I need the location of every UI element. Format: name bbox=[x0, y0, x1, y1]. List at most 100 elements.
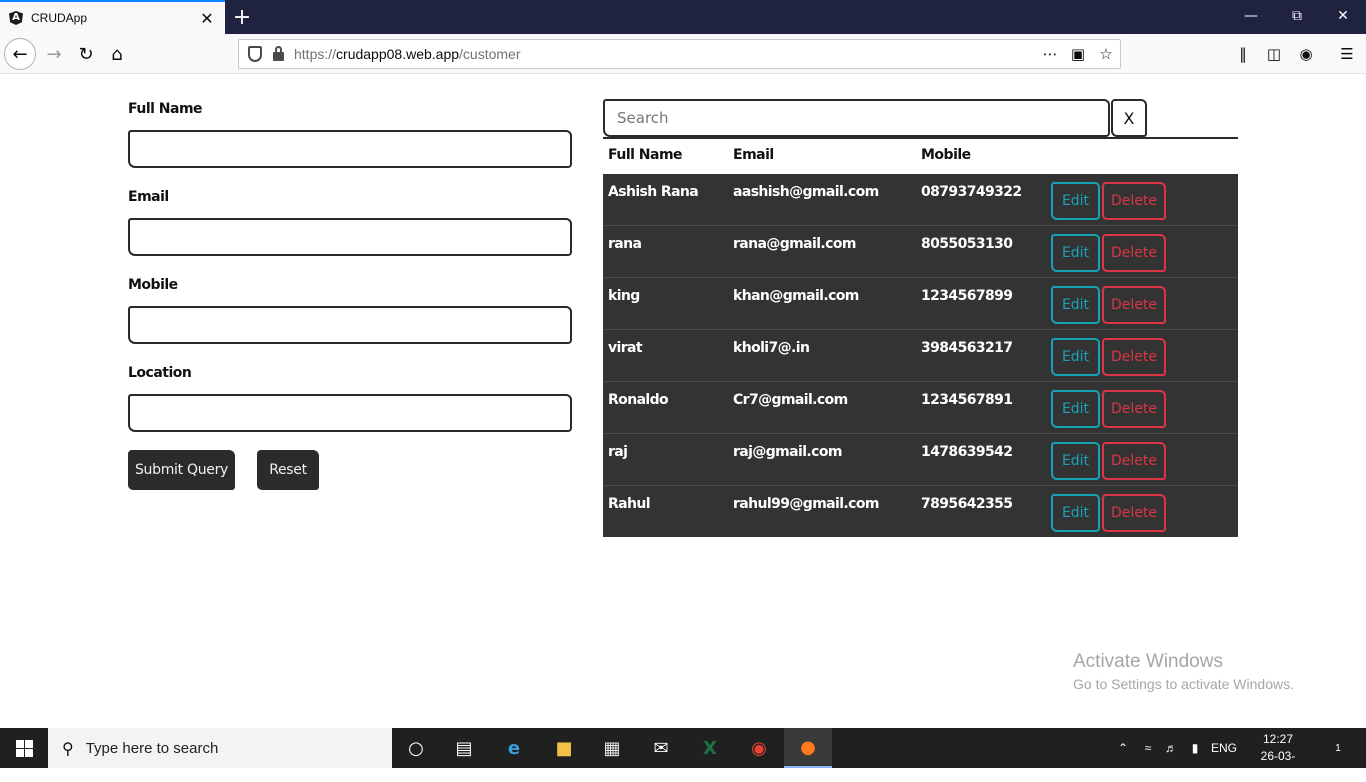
table-top-rule bbox=[603, 137, 1238, 139]
delete-button[interactable]: Delete bbox=[1102, 442, 1166, 480]
notification-center-icon[interactable]: 1 bbox=[1318, 728, 1358, 768]
mail-icon[interactable]: ✉ bbox=[637, 728, 685, 768]
location-input[interactable] bbox=[128, 394, 572, 432]
edit-button[interactable]: Edit bbox=[1051, 234, 1100, 272]
header-mobile: Mobile bbox=[921, 147, 971, 163]
windows-logo-icon bbox=[15, 739, 33, 757]
search-input[interactable]: Search bbox=[603, 99, 1110, 137]
cell-name: Ronaldo bbox=[608, 392, 669, 408]
language-indicator[interactable]: ENG bbox=[1208, 728, 1240, 768]
header-fullname: Full Name bbox=[608, 147, 683, 163]
start-button[interactable] bbox=[0, 728, 48, 768]
cell-name: Ashish Rana bbox=[608, 184, 699, 200]
table-row: virat kholi7@.in 3984563217 Edit Delete bbox=[603, 330, 1238, 382]
table-row: raj raj@gmail.com 1478639542 Edit Delete bbox=[603, 434, 1238, 486]
edit-button[interactable]: Edit bbox=[1051, 442, 1100, 480]
cell-mobile: 7895642355 bbox=[921, 496, 1013, 512]
cell-email: rana@gmail.com bbox=[733, 236, 856, 252]
edit-button[interactable]: Edit bbox=[1051, 286, 1100, 324]
customer-page: Full Name Email Mobile Location Submit Q… bbox=[0, 75, 1366, 728]
table-row: king khan@gmail.com 1234567899 Edit Dele… bbox=[603, 278, 1238, 330]
search-icon: ⚲ bbox=[62, 738, 74, 758]
table-row: rana rana@gmail.com 8055053130 Edit Dele… bbox=[603, 226, 1238, 278]
notification-badge: 1 bbox=[1335, 742, 1341, 754]
pocket-icon[interactable]: ▣ bbox=[1064, 40, 1092, 68]
show-hidden-icons-icon[interactable]: ⌃ bbox=[1112, 728, 1134, 768]
tab-title: CRUDApp bbox=[31, 11, 88, 25]
edge-icon[interactable]: e bbox=[490, 728, 538, 768]
file-explorer-icon[interactable]: ■ bbox=[540, 728, 588, 768]
angular-favicon-icon: A bbox=[9, 11, 23, 25]
task-view-icon[interactable]: ▤ bbox=[440, 728, 488, 768]
url-text[interactable]: https://crudapp08.web.app/customer bbox=[294, 46, 1036, 62]
clear-search-button[interactable]: X bbox=[1111, 99, 1147, 137]
fullname-input[interactable] bbox=[128, 130, 572, 168]
bookmark-star-icon[interactable]: ☆ bbox=[1092, 40, 1120, 68]
cell-email: raj@gmail.com bbox=[733, 444, 842, 460]
delete-button[interactable]: Delete bbox=[1102, 182, 1166, 220]
cell-email: khan@gmail.com bbox=[733, 288, 859, 304]
fullname-label: Full Name bbox=[128, 101, 203, 117]
reset-button[interactable]: Reset bbox=[257, 450, 319, 490]
home-icon[interactable]: ⌂ bbox=[101, 38, 133, 70]
email-label: Email bbox=[128, 189, 169, 205]
page-actions-icon[interactable]: ⋯ bbox=[1036, 40, 1064, 68]
delete-button[interactable]: Delete bbox=[1102, 494, 1166, 532]
cell-name: Rahul bbox=[608, 496, 651, 512]
cell-mobile: 08793749322 bbox=[921, 184, 1022, 200]
url-domain: crudapp08.web.app bbox=[336, 46, 460, 62]
minimize-icon[interactable]: — bbox=[1228, 0, 1274, 32]
cell-name: virat bbox=[608, 340, 643, 356]
header-email: Email bbox=[733, 147, 774, 163]
delete-button[interactable]: Delete bbox=[1102, 286, 1166, 324]
delete-button[interactable]: Delete bbox=[1102, 338, 1166, 376]
restore-icon[interactable]: ⧉ bbox=[1274, 0, 1320, 32]
cell-email: Cr7@gmail.com bbox=[733, 392, 848, 408]
delete-button[interactable]: Delete bbox=[1102, 390, 1166, 428]
lock-icon[interactable] bbox=[273, 45, 284, 61]
edit-button[interactable]: Edit bbox=[1051, 338, 1100, 376]
cell-email: kholi7@.in bbox=[733, 340, 810, 356]
library-icon[interactable]: ‖ bbox=[1229, 40, 1257, 68]
browser-nav-bar: ← → ↻ ⌂ https://crudapp08.web.app/custom… bbox=[0, 34, 1366, 74]
back-icon[interactable]: ← bbox=[4, 38, 36, 70]
wifi-icon[interactable]: ≈ bbox=[1137, 728, 1159, 768]
edit-button[interactable]: Edit bbox=[1051, 390, 1100, 428]
url-scheme: https:// bbox=[294, 46, 337, 62]
taskbar-search-box[interactable]: ⚲ Type here to search bbox=[48, 728, 392, 768]
browser-tab-bar: A CRUDApp ✕ + — ⧉ ✕ bbox=[0, 0, 1366, 34]
browser-tab[interactable]: A CRUDApp ✕ bbox=[0, 0, 225, 34]
mobile-input[interactable] bbox=[128, 306, 572, 344]
menu-icon[interactable]: ☰ bbox=[1333, 40, 1361, 68]
volume-icon[interactable]: ♬ bbox=[1160, 728, 1182, 768]
store-icon[interactable]: ▦ bbox=[588, 728, 636, 768]
url-bar[interactable]: https://crudapp08.web.app/customer ⋯ ▣ ☆ bbox=[238, 39, 1121, 69]
sidebar-icon[interactable]: ◫ bbox=[1260, 40, 1288, 68]
cortana-icon[interactable]: ○ bbox=[392, 728, 440, 768]
excel-icon[interactable]: X bbox=[686, 728, 734, 768]
delete-button[interactable]: Delete bbox=[1102, 234, 1166, 272]
windows-taskbar: ⚲ Type here to search ○ ▤ e ■ ▦ ✉ X ◉ ● … bbox=[0, 728, 1366, 780]
table-row: Ashish Rana aashish@gmail.com 0879374932… bbox=[603, 174, 1238, 226]
submit-button[interactable]: Submit Query bbox=[128, 450, 235, 490]
cell-mobile: 1234567891 bbox=[921, 392, 1013, 408]
tracking-shield-icon[interactable] bbox=[248, 46, 262, 62]
taskbar-clock[interactable]: 12:27 26-03-2020 bbox=[1248, 731, 1308, 782]
edit-button[interactable]: Edit bbox=[1051, 182, 1100, 220]
account-icon[interactable]: ◉ bbox=[1292, 40, 1320, 68]
url-path: /customer bbox=[459, 46, 521, 62]
reload-icon[interactable]: ↻ bbox=[70, 38, 102, 70]
edit-button[interactable]: Edit bbox=[1051, 494, 1100, 532]
battery-icon[interactable]: ▮ bbox=[1184, 728, 1206, 768]
new-tab-icon[interactable]: + bbox=[229, 3, 255, 31]
window-close-icon[interactable]: ✕ bbox=[1320, 0, 1366, 32]
forward-icon[interactable]: → bbox=[38, 38, 70, 70]
email-input[interactable] bbox=[128, 218, 572, 256]
location-label: Location bbox=[128, 365, 192, 381]
cell-name: rana bbox=[608, 236, 642, 252]
activation-watermark-title: Activate Windows bbox=[1073, 651, 1223, 672]
table-row: Ronaldo Cr7@gmail.com 1234567891 Edit De… bbox=[603, 382, 1238, 434]
chrome-icon[interactable]: ◉ bbox=[735, 728, 783, 768]
firefox-icon[interactable]: ● bbox=[784, 728, 832, 768]
close-tab-icon[interactable]: ✕ bbox=[195, 6, 219, 30]
